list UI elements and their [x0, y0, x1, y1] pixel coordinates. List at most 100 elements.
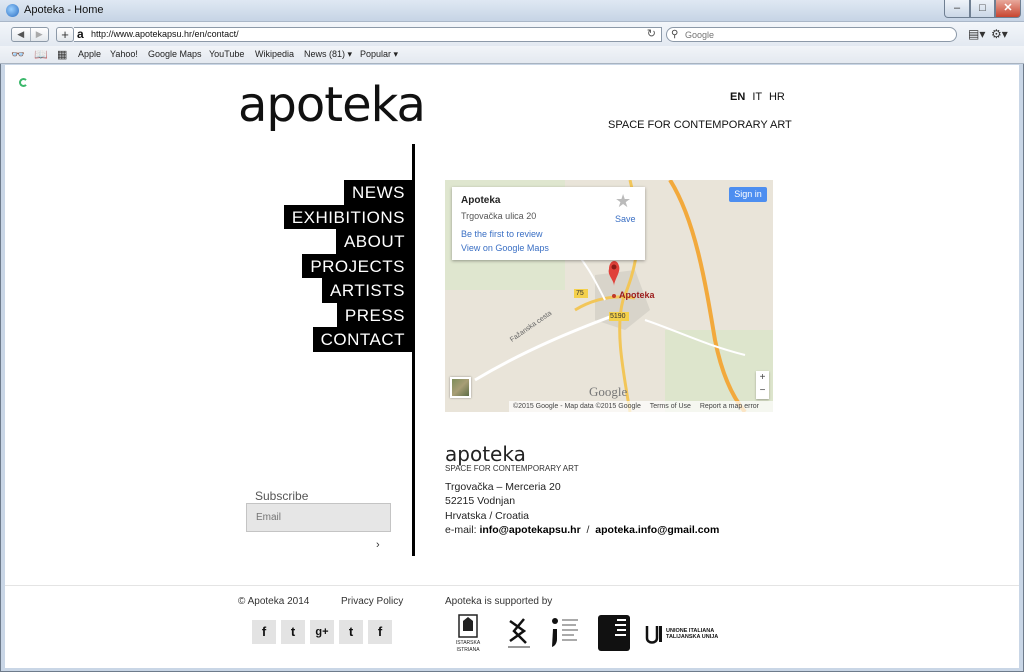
contact-email-line: e-mail: info@apotekapsu.hr / apoteka.inf… [445, 524, 719, 536]
save-place-button[interactable]: Save [615, 214, 636, 224]
title-bar: Apoteka - Home – □ ✕ [0, 0, 1024, 22]
book-icon[interactable]: 📖 [34, 48, 48, 61]
page-viewport: apoteka EN IT HR SPACE FOR CONTEMPORARY … [5, 65, 1019, 668]
subscribe-email-input[interactable] [246, 503, 391, 532]
main-menu: NEWS EXHIBITIONS ABOUT PROJECTS ARTISTS … [283, 180, 413, 352]
contact-subtitle: SPACE FOR CONTEMPORARY ART [445, 464, 579, 473]
email-prefix: e-mail: [445, 524, 477, 536]
view-on-maps-link[interactable]: View on Google Maps [461, 243, 549, 253]
add-bookmark-button[interactable]: + [56, 27, 74, 42]
browser-toolbar: ◀ ▶ + a http://www.apotekapsu.hr/en/cont… [0, 22, 1024, 46]
search-icon: ⚲ [671, 29, 679, 40]
site-tagline: SPACE FOR CONTEMPORARY ART [608, 119, 792, 131]
subscribe-label: Subscribe [255, 489, 309, 503]
bookmarks-bar: 👓 📖 ▦ Apple Yahoo! Google Maps YouTube W… [0, 46, 1024, 64]
vodnjan-town-logo[interactable] [597, 613, 631, 653]
back-button[interactable]: ◀ [12, 28, 30, 41]
svg-text:ISTARSKA: ISTARSKA [456, 640, 481, 646]
contact-street: Trgovačka – Merceria 20 [445, 481, 561, 493]
istria-region-logo[interactable]: ISTARSKA ISTRIANA [451, 613, 485, 653]
window-title: Apoteka - Home [24, 4, 104, 16]
email-link-primary[interactable]: info@apotekapsu.hr [479, 524, 580, 536]
language-switcher: EN IT HR [726, 91, 785, 103]
bookmark-popular[interactable]: Popular ▾ [360, 49, 398, 60]
map-terms-link[interactable]: Terms of Use [650, 403, 691, 410]
tumblr-icon[interactable]: t [339, 620, 363, 644]
zoom-in-button[interactable]: + [756, 371, 769, 384]
twitter-icon[interactable]: t [281, 620, 305, 644]
supported-by-label: Apoteka is supported by [445, 596, 553, 607]
place-name: Apoteka [461, 195, 501, 206]
contact-country: Hrvatska / Croatia [445, 510, 530, 522]
menu-item-news[interactable]: NEWS [344, 180, 413, 205]
email-separator: / [586, 524, 590, 536]
map-report-link[interactable]: Report a map error [700, 403, 759, 410]
google-plus-icon[interactable]: g+ [310, 620, 334, 644]
forward-button[interactable]: ▶ [29, 28, 49, 41]
contact-title: apoteka [445, 442, 526, 466]
culture-council-logo[interactable] [548, 613, 582, 653]
lang-en[interactable]: EN [730, 91, 745, 103]
reading-glasses-icon[interactable]: 👓 [11, 48, 25, 61]
reload-icon[interactable]: ↻ [647, 28, 656, 41]
bookmark-apple[interactable]: Apple [78, 49, 101, 59]
close-window-button[interactable]: ✕ [995, 0, 1021, 18]
menu-item-exhibitions[interactable]: EXHIBITIONS [283, 204, 413, 229]
svg-text:ISTRIANA: ISTRIANA [456, 647, 480, 653]
facebook-icon[interactable]: f [252, 620, 276, 644]
italian-union-logo[interactable]: UNIONE ITALIANA TALIJANSKA UNIJA [645, 617, 737, 657]
google-map[interactable]: 75 5190 Fažanska cesta Apoteka Trgovačka… [445, 180, 773, 412]
zoom-out-button[interactable]: − [756, 384, 769, 397]
map-sign-in-button[interactable]: Sign in [729, 187, 767, 202]
top-sites-grid-icon[interactable]: ▦ [57, 48, 67, 61]
road-label-5190: 5190 [610, 313, 626, 320]
map-copyright: ©2015 Google - Map data ©2015 Google [513, 403, 641, 410]
place-address: Trgovačka ulica 20 [461, 211, 537, 221]
page-menu-icon[interactable]: ▤▾ [968, 27, 985, 41]
browser-app-icon [6, 4, 19, 17]
site-logo[interactable]: apoteka [238, 77, 426, 133]
review-link[interactable]: Be the first to review [461, 229, 543, 239]
menu-item-press[interactable]: PRESS [336, 302, 413, 327]
loading-indicator-icon [19, 78, 28, 87]
menu-item-artists[interactable]: ARTISTS [322, 278, 413, 303]
ministry-culture-logo[interactable] [502, 613, 536, 653]
site-favicon-icon: a [77, 27, 84, 41]
address-bar[interactable]: a http://www.apotekapsu.hr/en/contact/ ↻ [74, 27, 662, 42]
subscribe-submit-button[interactable]: › [376, 539, 380, 551]
road-label-75: 75 [576, 290, 584, 297]
map-footer: ©2015 Google - Map data ©2015 Google Ter… [509, 401, 773, 412]
search-input[interactable] [685, 29, 945, 41]
menu-item-projects[interactable]: PROJECTS [302, 253, 413, 278]
map-pin-label[interactable]: Apoteka [619, 290, 655, 300]
save-star-icon[interactable]: ★ [615, 191, 631, 212]
menu-item-about[interactable]: ABOUT [335, 229, 413, 254]
contact-city: 52215 Vodnjan [445, 495, 516, 507]
bookmark-wikipedia[interactable]: Wikipedia [255, 49, 294, 59]
search-box[interactable]: ⚲ [666, 27, 957, 42]
svg-text:TALIJANSKA UNIJA: TALIJANSKA UNIJA [666, 634, 718, 640]
address-url[interactable]: http://www.apotekapsu.hr/en/contact/ [91, 29, 239, 39]
maximize-button[interactable]: □ [970, 0, 995, 18]
privacy-policy-link[interactable]: Privacy Policy [341, 596, 403, 607]
minimize-button[interactable]: – [944, 0, 970, 18]
google-watermark: Google [589, 384, 628, 399]
satellite-toggle[interactable] [450, 377, 471, 398]
footer-copyright: © Apoteka 2014 [238, 596, 310, 607]
bookmark-youtube[interactable]: YouTube [209, 49, 244, 59]
menu-item-contact[interactable]: CONTACT [312, 327, 413, 352]
bookmark-news-label: News (81) [304, 49, 346, 59]
bookmark-google-maps[interactable]: Google Maps [148, 49, 202, 59]
bookmark-yahoo[interactable]: Yahoo! [110, 49, 138, 59]
footer-divider [5, 585, 1019, 586]
bookmark-news[interactable]: News (81) ▾ [304, 49, 352, 60]
email-link-secondary[interactable]: apoteka.info@gmail.com [595, 524, 719, 536]
gear-icon[interactable]: ⚙▾ [991, 27, 1008, 41]
foursquare-icon[interactable]: f [368, 620, 392, 644]
zoom-controls: + − [756, 371, 769, 399]
lang-it[interactable]: IT [752, 91, 762, 103]
place-info-card: Apoteka Trgovačka ulica 20 Be the first … [452, 187, 645, 260]
history-nav: ◀ ▶ [11, 27, 49, 42]
lang-hr[interactable]: HR [769, 91, 785, 103]
bookmark-popular-label: Popular [360, 49, 392, 59]
